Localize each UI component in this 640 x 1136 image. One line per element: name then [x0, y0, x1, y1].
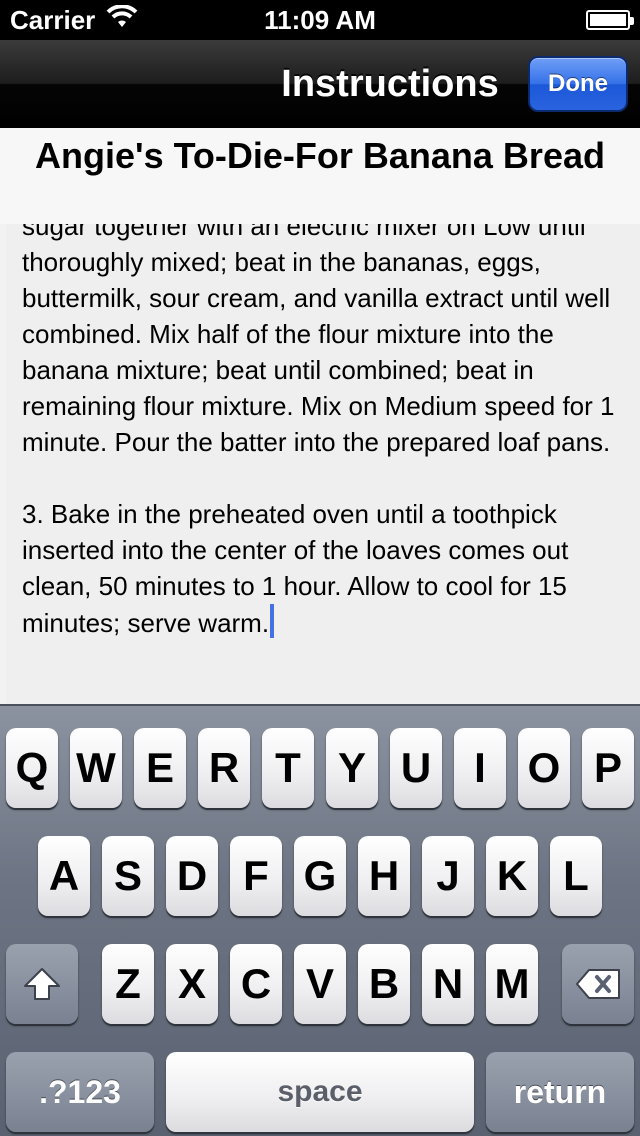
- shift-key[interactable]: [6, 944, 78, 1024]
- key-b[interactable]: B: [358, 944, 410, 1024]
- battery-icon: [586, 10, 634, 30]
- key-a[interactable]: A: [38, 836, 90, 916]
- key-h[interactable]: H: [358, 836, 410, 916]
- carrier-label: Carrier: [10, 4, 96, 35]
- key-w[interactable]: W: [70, 728, 122, 808]
- key-x[interactable]: X: [166, 944, 218, 1024]
- recipe-instructions-text: sugar together with an electric mixer on…: [22, 224, 615, 638]
- key-d[interactable]: D: [166, 836, 218, 916]
- key-n[interactable]: N: [422, 944, 474, 1024]
- key-k[interactable]: K: [486, 836, 538, 916]
- key-i[interactable]: I: [454, 728, 506, 808]
- key-t[interactable]: T: [262, 728, 314, 808]
- key-z[interactable]: Z: [102, 944, 154, 1024]
- shift-icon: [22, 966, 62, 1002]
- status-bar: Carrier 11:09 AM: [0, 0, 640, 40]
- key-r[interactable]: R: [198, 728, 250, 808]
- key-s[interactable]: S: [102, 836, 154, 916]
- key-v[interactable]: V: [294, 944, 346, 1024]
- status-left: Carrier: [10, 3, 139, 36]
- key-q[interactable]: Q: [6, 728, 58, 808]
- key-m[interactable]: M: [486, 944, 538, 1024]
- delete-icon: [575, 968, 621, 1000]
- key-o[interactable]: O: [518, 728, 570, 808]
- instructions-text-view[interactable]: sugar together with an electric mixer on…: [6, 224, 640, 704]
- space-key[interactable]: space: [166, 1052, 474, 1132]
- key-e[interactable]: E: [134, 728, 186, 808]
- key-u[interactable]: U: [390, 728, 442, 808]
- key-y[interactable]: Y: [326, 728, 378, 808]
- key-c[interactable]: C: [230, 944, 282, 1024]
- key-p[interactable]: P: [582, 728, 634, 808]
- delete-key[interactable]: [562, 944, 634, 1024]
- key-g[interactable]: G: [294, 836, 346, 916]
- recipe-title: Angie's To-Die-For Banana Bread: [0, 128, 640, 224]
- done-button[interactable]: Done: [528, 56, 628, 112]
- navigation-bar: Instructions Done: [0, 40, 640, 128]
- wifi-icon: [105, 3, 139, 36]
- keyboard: Q W E R T Y U I O P A S D F G H J K L Z …: [0, 704, 640, 1136]
- content-area: sugar together with an electric mixer on…: [0, 128, 640, 704]
- key-l[interactable]: L: [550, 836, 602, 916]
- key-f[interactable]: F: [230, 836, 282, 916]
- key-j[interactable]: J: [422, 836, 474, 916]
- numbers-key[interactable]: .?123: [6, 1052, 154, 1132]
- return-key[interactable]: return: [486, 1052, 634, 1132]
- text-cursor: [270, 604, 275, 638]
- recipe-instructions: sugar together with an electric mixer on…: [22, 224, 634, 641]
